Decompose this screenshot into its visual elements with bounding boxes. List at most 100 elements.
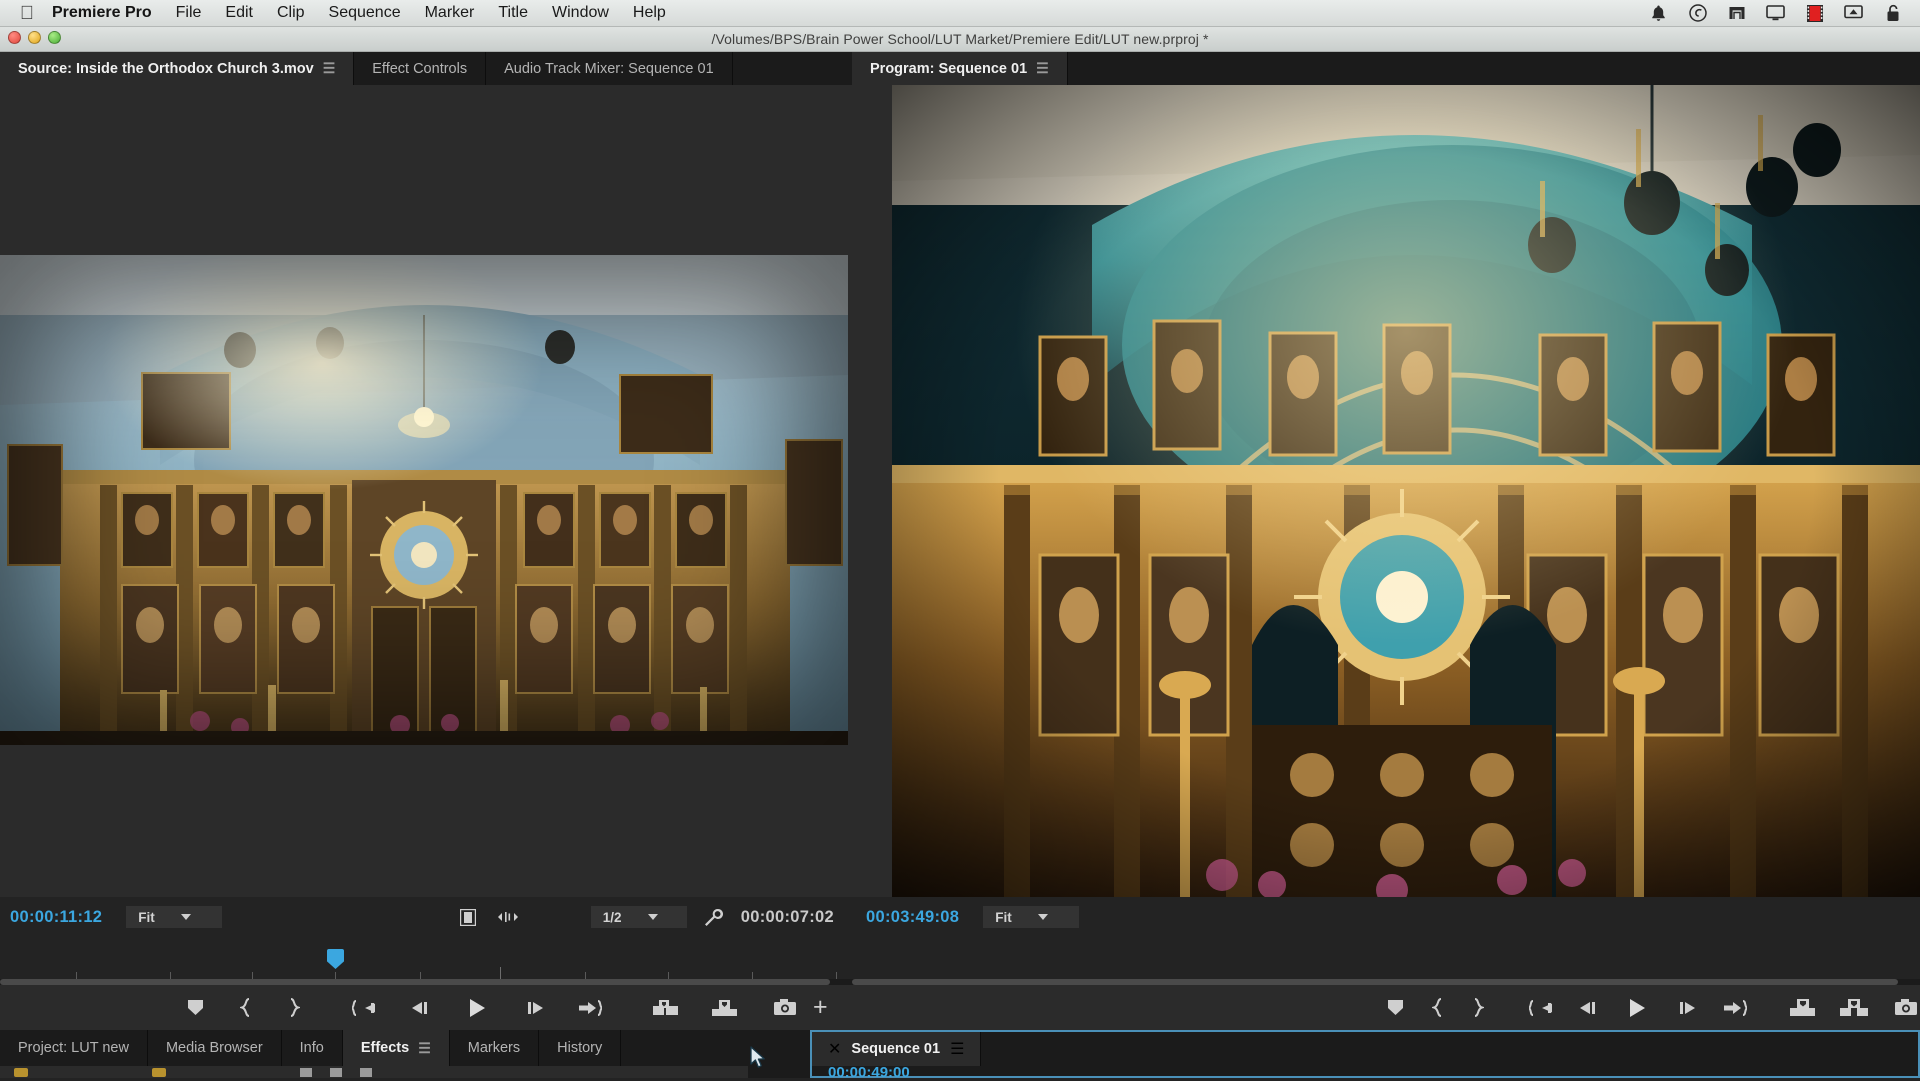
go-to-out-icon[interactable]	[1721, 993, 1749, 1023]
tab-sequence-01[interactable]: ✕ Sequence 01 ☰	[812, 1032, 982, 1066]
program-scrub-bar[interactable]	[852, 937, 1920, 985]
add-marker-icon[interactable]	[178, 993, 214, 1023]
go-to-in-icon[interactable]	[347, 993, 383, 1023]
wrench-icon[interactable]	[701, 902, 727, 932]
mark-in-icon[interactable]	[228, 993, 264, 1023]
program-zoom-level-label: Fit	[995, 909, 1012, 925]
menu-item-file[interactable]: File	[176, 4, 202, 22]
program-panel-tab-row: Program: Sequence 01 ☰	[852, 52, 1920, 85]
tab-effects-label: Effects	[360, 1040, 410, 1056]
step-forward-icon[interactable]	[517, 993, 553, 1023]
menu-item-clip[interactable]: Clip	[277, 4, 305, 22]
display-icon[interactable]	[1766, 4, 1785, 23]
dropbox-icon[interactable]	[1727, 4, 1746, 23]
mark-in-icon[interactable]	[1424, 993, 1452, 1023]
export-frame-icon[interactable]	[1892, 993, 1920, 1023]
insert-icon[interactable]	[648, 993, 684, 1023]
tab-sequence-01-label: Sequence 01	[851, 1041, 941, 1057]
hamburger-menu-icon[interactable]: ☰	[418, 1040, 431, 1057]
timeline-panel: ✕ Sequence 01 ☰ 00:00:49:00	[810, 1030, 1920, 1081]
tab-markers[interactable]: Markers	[449, 1030, 540, 1066]
tab-history[interactable]: History	[539, 1030, 622, 1066]
menu-bar-status-icons	[1649, 4, 1902, 23]
panel-divider[interactable]	[748, 1030, 810, 1078]
go-to-in-icon[interactable]	[1527, 993, 1555, 1023]
chevron-down-icon	[180, 914, 191, 920]
source-playback-resolution-dropdown[interactable]: 1/2	[590, 906, 687, 928]
lift-icon[interactable]	[1789, 993, 1817, 1023]
play-icon[interactable]	[1624, 993, 1652, 1023]
tab-source-monitor-label: Source: Inside the Orthodox Church 3.mov	[18, 60, 314, 77]
apple-logo-icon[interactable]: 	[14, 4, 40, 23]
source-ruler-ticks	[0, 967, 852, 979]
airplay-icon[interactable]	[1844, 4, 1863, 23]
bottom-left-panel: Project: LUT new Media Browser Info Effe…	[0, 1030, 748, 1078]
source-scrub-bar[interactable]	[0, 937, 852, 985]
folder-icon[interactable]	[152, 1068, 166, 1077]
source-image-vignette	[0, 255, 848, 745]
step-back-icon[interactable]	[1574, 993, 1602, 1023]
plus-icon[interactable]: +	[803, 993, 839, 1023]
tab-effect-controls[interactable]: Effect Controls	[354, 52, 487, 85]
add-marker-icon[interactable]	[1382, 993, 1410, 1023]
menu-item-help[interactable]: Help	[633, 4, 666, 22]
step-back-icon[interactable]	[402, 993, 438, 1023]
tab-program-monitor[interactable]: Program: Sequence 01 ☰	[852, 52, 1068, 85]
tab-media-browser[interactable]: Media Browser	[147, 1030, 282, 1066]
tab-program-monitor-label: Program: Sequence 01	[870, 60, 1028, 77]
effects-list-icon[interactable]	[360, 1068, 372, 1077]
lock-icon[interactable]	[1883, 4, 1902, 23]
program-monitor-info-bar: 00:03:49:08 Fit	[852, 897, 1920, 937]
timeline-content[interactable]: 00:00:49:00	[812, 1064, 1918, 1081]
step-forward-icon[interactable]	[1674, 993, 1702, 1023]
effects-list-icon[interactable]	[300, 1068, 312, 1077]
source-monitor-panel	[0, 85, 852, 912]
window-minimize-button[interactable]	[28, 31, 41, 44]
menu-item-marker[interactable]: Marker	[425, 4, 475, 22]
source-zoom-level-dropdown[interactable]: Fit	[126, 906, 223, 928]
menu-item-window[interactable]: Window	[552, 4, 609, 22]
effects-list-icon[interactable]	[330, 1068, 342, 1077]
menu-app-name[interactable]: Premiere Pro	[52, 4, 152, 22]
hamburger-menu-icon[interactable]: ☰	[323, 60, 336, 77]
close-icon[interactable]: ✕	[828, 1039, 841, 1059]
hamburger-menu-icon[interactable]: ☰	[950, 1039, 964, 1059]
film-frame-icon[interactable]	[455, 902, 481, 932]
folder-icon[interactable]	[14, 1068, 28, 1077]
menu-item-sequence[interactable]: Sequence	[329, 4, 401, 22]
hamburger-menu-icon[interactable]: ☰	[1036, 60, 1049, 77]
tab-project[interactable]: Project: LUT new	[0, 1030, 148, 1066]
program-monitor-video[interactable]	[892, 85, 1920, 907]
source-duration-timecode[interactable]: 00:00:07:02	[741, 908, 834, 927]
extract-icon[interactable]	[1840, 993, 1869, 1023]
timeline-playhead-timecode[interactable]: 00:00:49:00	[828, 1064, 910, 1081]
window-close-button[interactable]	[8, 31, 21, 44]
window-zoom-button[interactable]	[48, 31, 61, 44]
tab-source-monitor[interactable]: Source: Inside the Orthodox Church 3.mov…	[0, 52, 355, 85]
window-title-bar: /Volumes/BPS/Brain Power School/LUT Mark…	[0, 27, 1920, 52]
mark-out-icon[interactable]	[277, 993, 313, 1023]
source-playhead-timecode[interactable]: 00:00:11:12	[10, 908, 102, 927]
creative-cloud-icon[interactable]	[1688, 4, 1707, 23]
tab-info[interactable]: Info	[281, 1030, 343, 1066]
menu-item-edit[interactable]: Edit	[225, 4, 253, 22]
drag-audio-video-icon[interactable]	[495, 902, 521, 932]
film-strip-icon[interactable]	[1805, 4, 1824, 23]
mark-out-icon[interactable]	[1465, 993, 1493, 1023]
tab-audio-track-mixer[interactable]: Audio Track Mixer: Sequence 01	[486, 52, 733, 85]
tab-effects[interactable]: Effects ☰	[342, 1030, 450, 1066]
menu-item-title[interactable]: Title	[498, 4, 528, 22]
export-frame-icon[interactable]	[767, 993, 803, 1023]
program-zoom-level-dropdown[interactable]: Fit	[983, 906, 1080, 928]
program-playhead-timecode[interactable]: 00:03:49:08	[866, 908, 959, 927]
overwrite-icon[interactable]	[708, 993, 744, 1023]
play-icon[interactable]	[460, 993, 496, 1023]
chevron-down-icon	[647, 914, 658, 920]
tab-media-browser-label: Media Browser	[165, 1040, 263, 1056]
bell-icon[interactable]	[1649, 4, 1668, 23]
macos-menu-bar:  Premiere Pro File Edit Clip Sequence M…	[0, 0, 1920, 27]
source-playhead-marker[interactable]	[327, 949, 344, 969]
go-to-out-icon[interactable]	[573, 993, 609, 1023]
bottom-left-tab-row: Project: LUT new Media Browser Info Effe…	[0, 1030, 748, 1066]
source-monitor-video[interactable]	[0, 255, 848, 745]
